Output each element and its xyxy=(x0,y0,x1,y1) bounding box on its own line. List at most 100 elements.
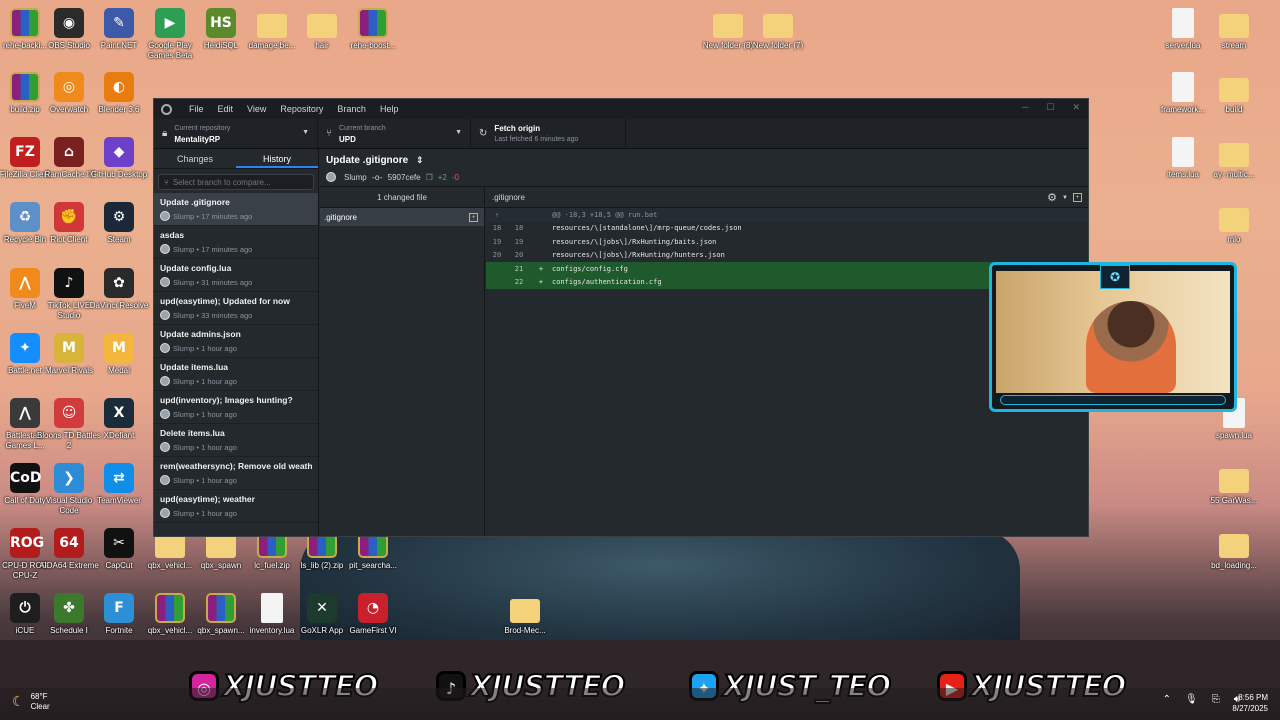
avatar xyxy=(160,244,170,254)
branch-compare-input[interactable] xyxy=(172,177,308,187)
desktop-icon[interactable]: ⇄ TeamViewer xyxy=(87,463,151,506)
commit-title: Delete items.lua xyxy=(160,428,225,438)
chevron-down-icon: ▼ xyxy=(302,129,309,136)
desktop-icon[interactable]: ◐ Blender 3.6 xyxy=(87,72,151,115)
desktop-icon[interactable]: M Medal xyxy=(87,333,151,376)
desktop-icon[interactable]: X XDefiant xyxy=(87,398,151,441)
streamer-image xyxy=(1086,301,1176,393)
desktop-icon[interactable]: ◔ GameFirst VI xyxy=(341,593,405,636)
old-line-number: 19 xyxy=(492,237,502,246)
weather-temp: 68°F xyxy=(30,692,48,701)
desktop-icon[interactable]: New folder (7) xyxy=(746,8,810,51)
commit-meta: Slump • 1 hour ago xyxy=(160,508,312,518)
desktop-icon[interactable]: build xyxy=(1202,72,1266,115)
commit-list-item[interactable]: Delete items.lua Slump • 1 hour ago xyxy=(154,424,318,457)
changed-file-row[interactable]: .gitignore + xyxy=(320,208,484,226)
copy-icon[interactable]: ❐ xyxy=(426,173,433,182)
old-line-number: 20 xyxy=(492,251,502,260)
menu-edit[interactable]: Edit xyxy=(211,104,241,114)
commit-list-item[interactable]: Update admins.json Slump • 1 hour ago xyxy=(154,325,318,358)
desktop-icon-label: 55 GarWas... xyxy=(1210,496,1258,505)
desktop-icon-label: bd_loading... xyxy=(1211,561,1257,570)
commit-meta: Slump • 33 minutes ago xyxy=(160,310,312,320)
commit-list-item[interactable]: asdas Slump • 17 minutes ago xyxy=(154,226,318,259)
expand-up-icon[interactable]: ⇡ xyxy=(486,211,508,219)
commit-list-item[interactable]: upd(easytime); Updated for now Slump • 33… xyxy=(154,292,318,325)
repository-caption: Current repository xyxy=(174,124,231,132)
commit-list-item[interactable]: Update .gitignore Slump • 17 minutes ago xyxy=(154,193,318,226)
diff-context-line: 19 19 resources/\[jobs\]/RxHunting/baits.j… xyxy=(486,235,1088,249)
folder-icon xyxy=(1219,208,1249,232)
desktop-icon[interactable]: mlo xyxy=(1202,202,1266,245)
desktop-icon-label: GoXLR App xyxy=(300,626,344,635)
commit-time: 17 minutes ago xyxy=(201,244,253,254)
archive-icon xyxy=(206,593,236,623)
desktop-icon[interactable]: ◆ GitHub Desktop xyxy=(87,137,151,180)
commit-list-item[interactable]: Update config.lua Slump • 31 minutes ago xyxy=(154,259,318,292)
repository-name: MentalityRP xyxy=(174,134,221,144)
expand-icon[interactable]: ⇕ xyxy=(416,156,424,166)
commit-sha[interactable]: 5907cefe xyxy=(388,173,421,182)
taskbar-clock[interactable]: 8:56 PM 8/27/2025 xyxy=(1232,692,1268,714)
desktop-icon[interactable]: bd_loading... xyxy=(1202,528,1266,571)
menu-repository[interactable]: Repository xyxy=(273,104,330,114)
desktop-icon-label: Marvel Rivals xyxy=(44,366,93,375)
fetch-origin-button[interactable]: ↻ Fetch origin Last fetched 6 minutes ag… xyxy=(471,119,626,148)
desktop-icon-label: DaVinci Resolve xyxy=(89,301,149,310)
commit-meta: Slump • 31 minutes ago xyxy=(160,277,312,287)
desktop-icon-label: FiveM xyxy=(14,301,36,310)
desktop-icon[interactable]: 55 GarWas... xyxy=(1202,463,1266,506)
gear-icon[interactable]: ⚙ xyxy=(1047,191,1057,204)
desktop-icon[interactable]: Brod-Mec... xyxy=(493,593,557,636)
menu-view[interactable]: View xyxy=(240,104,273,114)
desktop-icon[interactable]: ⚙ Steam xyxy=(87,202,151,245)
close-icon[interactable]: ✕ xyxy=(1072,102,1080,113)
current-repository-button[interactable]: 🔒︎ Current repository MentalityRP ▼ xyxy=(154,119,318,148)
weather-widget[interactable]: ☾ 68°F Clear xyxy=(12,692,50,712)
desktop-icon-label: Overwatch xyxy=(49,105,89,114)
file-icon xyxy=(261,593,283,623)
desktop-icon[interactable]: ✿ DaVinci Resolve xyxy=(87,268,151,311)
commit-list-item[interactable]: rem(weathersync); Remove old weather Slum… xyxy=(154,457,318,490)
menu-help[interactable]: Help xyxy=(373,104,406,114)
app-icon: ROG xyxy=(10,528,44,558)
desktop-icon-label: hair xyxy=(315,41,329,50)
desktop-icon-label: iCUE xyxy=(15,626,35,635)
desktop-icon-label: Medal xyxy=(108,366,130,375)
archive-icon xyxy=(358,8,388,38)
separator-dot: • xyxy=(194,310,202,320)
network-icon[interactable]: ⎘ xyxy=(1212,694,1220,705)
desktop-icon[interactable]: ay- multic... xyxy=(1202,137,1266,180)
commit-list-item[interactable]: Update items.lua Slump • 1 hour ago xyxy=(154,358,318,391)
minimize-icon[interactable]: ─ xyxy=(1022,102,1028,113)
desktop-icon-label: qbx_spawn xyxy=(200,561,242,570)
tab-history[interactable]: History xyxy=(236,149,318,168)
microphone-icon[interactable]: 🎙︎ xyxy=(1185,694,1198,705)
commit-time: 17 minutes ago xyxy=(201,211,253,221)
desktop-icon-label: lc_fuel.zip xyxy=(254,561,290,570)
commit-list-item[interactable]: upd(easytime); weather Slump • 1 hour ago xyxy=(154,490,318,523)
chevron-down-icon[interactable]: ▼ xyxy=(1062,195,1068,201)
separator-dot: • xyxy=(194,244,202,254)
chevron-up-icon[interactable]: ⌃ xyxy=(1163,694,1171,705)
current-branch-button[interactable]: ⑂ Current branch UPD ▼ xyxy=(318,119,471,148)
desktop-icon[interactable]: rehe-boost... xyxy=(341,8,405,51)
folder-icon xyxy=(307,14,337,38)
commit-author: Slump xyxy=(173,211,195,221)
maximize-icon[interactable]: ☐ xyxy=(1046,102,1054,113)
avatar xyxy=(160,442,170,452)
menu-branch[interactable]: Branch xyxy=(330,104,373,114)
changed-files-count: 1 changed file xyxy=(320,188,484,208)
app-icon: CoD xyxy=(10,463,42,493)
diff-file-name: .gitignore xyxy=(492,193,525,202)
commit-list-item[interactable]: upd(inventory); Images hunting? Slump • 1… xyxy=(154,391,318,424)
desktop-icon-label: build xyxy=(1225,105,1243,114)
avatar xyxy=(160,310,170,320)
desktop-icon[interactable]: stream xyxy=(1202,8,1266,51)
commit-time: 1 hour ago xyxy=(201,409,237,419)
tab-changes[interactable]: Changes xyxy=(154,149,236,168)
desktop-icon-label: framework... xyxy=(1160,105,1205,114)
menu-file[interactable]: File xyxy=(182,104,211,114)
diff-line-text: resources/\[standalone\]/mrp-queue/codes… xyxy=(552,224,742,233)
diff-line-text: @@ -18,3 +18,5 @@ run.bat xyxy=(552,210,658,219)
